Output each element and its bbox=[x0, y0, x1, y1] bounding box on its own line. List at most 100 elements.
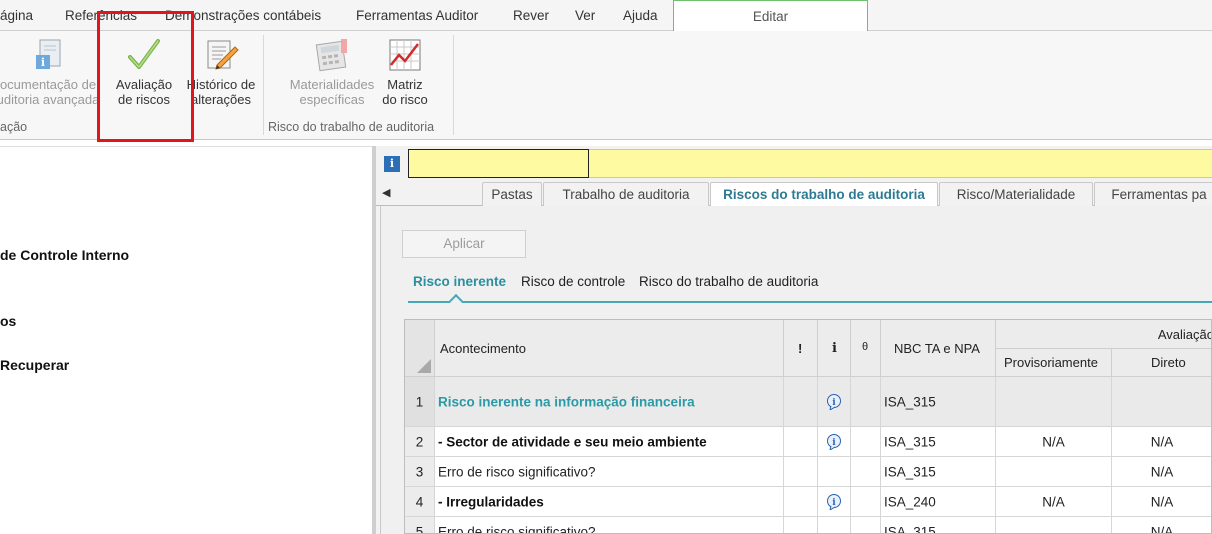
cell-event[interactable]: Erro de risco significativo? bbox=[435, 517, 784, 534]
cell-attachment[interactable] bbox=[851, 427, 881, 457]
cell-standard[interactable]: ISA_240 bbox=[881, 487, 996, 517]
row-number[interactable]: 1 bbox=[405, 377, 435, 427]
info-field[interactable] bbox=[408, 149, 589, 178]
cell-info[interactable]: i bbox=[818, 487, 851, 517]
risk-matrix-button[interactable]: Matriz do risco bbox=[378, 37, 432, 117]
apply-button[interactable]: Aplicar bbox=[402, 230, 526, 258]
subtab-risco-inerente[interactable]: Risco inerente bbox=[413, 274, 506, 289]
tree-item[interactable]: de Controle Interno bbox=[0, 247, 129, 263]
ribbon-label: ocumentação de bbox=[0, 77, 97, 92]
row-number[interactable]: 3 bbox=[405, 457, 435, 487]
header-attachment[interactable]: θ bbox=[851, 320, 881, 377]
header-provisoriamente[interactable]: Provisoriamente bbox=[996, 349, 1112, 377]
header-label: Avaliação bbox=[1157, 327, 1212, 342]
cell-event[interactable]: - Sector de atividade e seu meio ambient… bbox=[435, 427, 784, 457]
table-row[interactable]: 1 Risco inerente na informação financeira… bbox=[405, 377, 1211, 427]
cell-direct-text: N/A bbox=[1150, 464, 1174, 479]
header-nbc-ta[interactable]: NBC TA e NPA bbox=[881, 320, 996, 377]
scroll-left-icon[interactable]: ◀ bbox=[382, 186, 390, 199]
header-label: θ bbox=[862, 341, 869, 353]
svg-text:i: i bbox=[832, 438, 836, 448]
row-number[interactable]: 5 bbox=[405, 517, 435, 533]
specific-materiality-button[interactable]: Materialidades específicas bbox=[286, 37, 378, 117]
row-number-text: 3 bbox=[415, 464, 424, 479]
left-panel: de Controle Interno os Recuperar bbox=[0, 146, 372, 534]
info-bubble-icon[interactable]: i bbox=[826, 433, 842, 450]
tree-item[interactable]: os bbox=[0, 313, 16, 329]
subtab-risco-trabalho[interactable]: Risco do trabalho de auditoria bbox=[639, 274, 818, 289]
cell-direct[interactable]: N/A bbox=[1112, 517, 1211, 533]
cell-direct[interactable]: N/A bbox=[1112, 487, 1211, 517]
cell-info[interactable]: i bbox=[818, 377, 851, 427]
subtab-risco-controle[interactable]: Risco de controle bbox=[521, 274, 625, 289]
cell-direct[interactable] bbox=[1112, 377, 1211, 427]
cell-standard[interactable]: ISA_315 bbox=[881, 517, 996, 533]
cell-provisional[interactable] bbox=[996, 457, 1112, 487]
cell-warning[interactable] bbox=[784, 487, 818, 517]
ribbon-label: Materialidades bbox=[289, 77, 375, 92]
cell-info[interactable]: i bbox=[818, 427, 851, 457]
info-bubble-icon[interactable]: i bbox=[826, 493, 842, 510]
ribbon-label: Matriz bbox=[387, 77, 423, 92]
cell-warning[interactable] bbox=[784, 457, 818, 487]
cell-info[interactable] bbox=[818, 457, 851, 487]
cell-attachment[interactable] bbox=[851, 377, 881, 427]
cell-event[interactable]: Erro de risco significativo? bbox=[435, 457, 784, 487]
header-direto[interactable]: Direto bbox=[1112, 349, 1211, 377]
cell-standard[interactable]: ISA_315 bbox=[881, 427, 996, 457]
table-row[interactable]: 4 - Irregularidades i ISA_240 N/A N/A bbox=[405, 487, 1211, 517]
ribbon-group-label: ação bbox=[0, 120, 28, 134]
cell-info[interactable] bbox=[818, 517, 851, 533]
cell-event-text: Erro de risco significativo? bbox=[438, 524, 596, 534]
calculator-icon bbox=[314, 37, 350, 73]
header-label: Provisoriamente bbox=[1004, 355, 1098, 370]
cell-event[interactable]: - Irregularidades bbox=[435, 487, 784, 517]
cell-provisional[interactable]: N/A bbox=[996, 487, 1112, 517]
menu-ferramentas-auditor[interactable]: Ferramentas Auditor bbox=[356, 0, 478, 31]
cell-standard[interactable]: ISA_315 bbox=[881, 377, 996, 427]
header-warning[interactable]: ! bbox=[784, 320, 818, 377]
ribbon-label: específicas bbox=[299, 92, 365, 107]
row-number[interactable]: 4 bbox=[405, 487, 435, 517]
menu-ver[interactable]: Ver bbox=[575, 0, 595, 31]
cell-attachment[interactable] bbox=[851, 517, 881, 533]
cell-provisional[interactable] bbox=[996, 517, 1112, 533]
header-acontecimento[interactable]: Acontecimento bbox=[435, 320, 784, 377]
cell-event[interactable]: Risco inerente na informação financeira bbox=[435, 377, 784, 427]
cell-warning[interactable] bbox=[784, 427, 818, 457]
cell-standard[interactable]: ISA_315 bbox=[881, 457, 996, 487]
cell-warning[interactable] bbox=[784, 377, 818, 427]
menu-pagina[interactable]: ágina bbox=[0, 0, 33, 31]
ribbon-label: uditoria avançada bbox=[0, 92, 100, 107]
tab-trabalho-auditoria[interactable]: Trabalho de auditoria bbox=[543, 182, 709, 206]
info-bubble-icon[interactable]: i bbox=[826, 393, 842, 410]
table-row[interactable]: 3 Erro de risco significativo? ISA_315 N/A bbox=[405, 457, 1211, 487]
cell-provisional[interactable] bbox=[996, 377, 1112, 427]
cell-event-text: Risco inerente na informação financeira bbox=[438, 394, 695, 409]
tab-pastas[interactable]: Pastas bbox=[482, 182, 542, 206]
table-row[interactable]: 2 - Sector de atividade e seu meio ambien… bbox=[405, 427, 1211, 457]
cell-warning[interactable] bbox=[784, 517, 818, 533]
change-history-button[interactable]: Histórico de alterações bbox=[183, 37, 259, 117]
cell-attachment[interactable] bbox=[851, 487, 881, 517]
tab-riscos-trabalho-auditoria[interactable]: Riscos do trabalho de auditoria bbox=[710, 182, 938, 207]
table-row[interactable]: 5 Erro de risco significativo? ISA_315 N/A bbox=[405, 517, 1211, 534]
grid-corner[interactable] bbox=[405, 320, 435, 377]
row-number[interactable]: 2 bbox=[405, 427, 435, 457]
cell-direct[interactable]: N/A bbox=[1112, 457, 1211, 487]
svg-text:i: i bbox=[832, 498, 836, 508]
cell-direct[interactable]: N/A bbox=[1112, 427, 1211, 457]
cell-provisional[interactable]: N/A bbox=[996, 427, 1112, 457]
header-info[interactable]: i bbox=[818, 320, 851, 377]
menu-editar[interactable]: Editar bbox=[673, 0, 868, 31]
cell-event-text: - Irregularidades bbox=[438, 494, 544, 509]
tab-ferramentas[interactable]: Ferramentas pa bbox=[1094, 182, 1212, 206]
tab-risco-materialidade[interactable]: Risco/Materialidade bbox=[939, 182, 1093, 206]
advanced-audit-documentation-button[interactable]: i ocumentação de uditoria avançada bbox=[0, 37, 104, 117]
info-icon: i bbox=[384, 156, 400, 172]
cell-attachment[interactable] bbox=[851, 457, 881, 487]
header-avaliacao[interactable]: Avaliação bbox=[996, 320, 1212, 349]
tree-item[interactable]: Recuperar bbox=[0, 357, 69, 373]
menu-rever[interactable]: Rever bbox=[513, 0, 549, 31]
menu-ajuda[interactable]: Ajuda bbox=[623, 0, 658, 31]
